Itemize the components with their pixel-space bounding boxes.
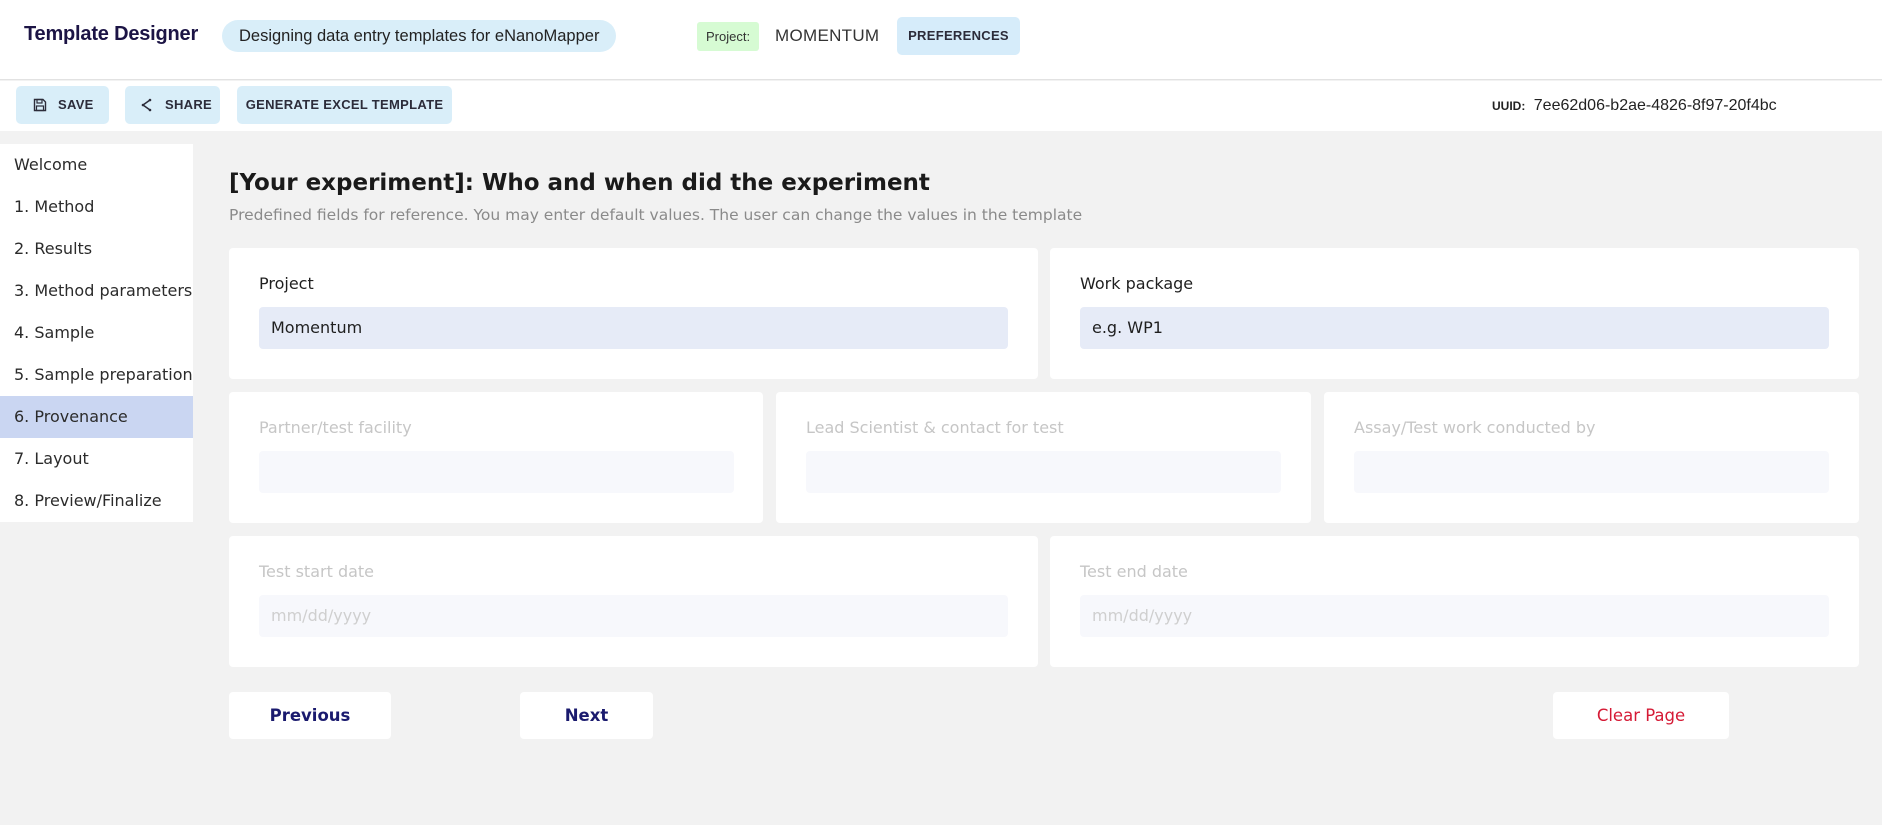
project-name: MOMENTUM bbox=[775, 26, 880, 45]
partner-card: Partner/test facility bbox=[229, 392, 763, 523]
subtitle-badge: Designing data entry templates for eNano… bbox=[222, 20, 617, 52]
sidebar-item-method-parameters[interactable]: 3. Method parameters bbox=[0, 270, 193, 312]
page-title: [Your experiment]: Who and when did the … bbox=[229, 170, 930, 196]
floppy-disk-icon bbox=[32, 97, 48, 113]
toolbar: SAVE SHARE GENERATE EXCEL TEMPLATE UUID:… bbox=[0, 81, 1882, 131]
work-package-field-label: Work package bbox=[1080, 274, 1194, 293]
share-button[interactable]: SHARE bbox=[125, 86, 220, 124]
start-date-input[interactable] bbox=[259, 595, 1008, 637]
lead-scientist-field-label: Lead Scientist & contact for test bbox=[806, 418, 1064, 437]
conducted-by-card: Assay/Test work conducted by bbox=[1324, 392, 1859, 523]
generate-excel-template-button[interactable]: GENERATE EXCEL TEMPLATE bbox=[237, 86, 452, 124]
app-title: Template Designer bbox=[24, 23, 199, 45]
work-package-input[interactable] bbox=[1080, 307, 1829, 349]
sidebar-item-method[interactable]: 1. Method bbox=[0, 186, 193, 228]
work-package-card: Work package bbox=[1050, 248, 1859, 379]
save-label: SAVE bbox=[58, 97, 94, 112]
sidebar-item-layout[interactable]: 7. Layout bbox=[0, 438, 193, 480]
start-date-field-label: Test start date bbox=[259, 562, 375, 581]
project-card: Project bbox=[229, 248, 1038, 379]
sidebar-item-provenance[interactable]: 6. Provenance bbox=[0, 396, 193, 438]
next-button[interactable]: Next bbox=[520, 692, 653, 739]
sidebar-nav: Welcome 1. Method 2. Results 3. Method p… bbox=[0, 144, 193, 522]
partner-field-label: Partner/test facility bbox=[259, 418, 412, 437]
uuid-display: UUID: 7ee62d06-b2ae-4826-8f97-20f4bc bbox=[1492, 97, 1777, 115]
preferences-button[interactable]: PREFERENCES bbox=[897, 17, 1020, 55]
uuid-value: 7ee62d06-b2ae-4826-8f97-20f4bc bbox=[1533, 97, 1777, 114]
end-date-field-label: Test end date bbox=[1080, 562, 1188, 581]
uuid-label: UUID: bbox=[1492, 99, 1526, 113]
share-icon bbox=[139, 97, 155, 113]
clear-page-button[interactable]: Clear Page bbox=[1553, 692, 1729, 739]
sidebar-item-preview-finalize[interactable]: 8. Preview/Finalize bbox=[0, 480, 193, 522]
project-label: Project: bbox=[697, 22, 760, 51]
end-date-card: Test end date bbox=[1050, 536, 1859, 667]
save-button[interactable]: SAVE bbox=[16, 86, 109, 124]
previous-button[interactable]: Previous bbox=[229, 692, 391, 739]
project-field-label: Project bbox=[259, 274, 314, 293]
conducted-by-input[interactable] bbox=[1354, 451, 1829, 493]
share-label: SHARE bbox=[165, 97, 213, 112]
start-date-card: Test start date bbox=[229, 536, 1038, 667]
conducted-by-field-label: Assay/Test work conducted by bbox=[1354, 418, 1596, 437]
sidebar-item-welcome[interactable]: Welcome bbox=[0, 144, 193, 186]
end-date-input[interactable] bbox=[1080, 595, 1829, 637]
sidebar-item-results[interactable]: 2. Results bbox=[0, 228, 193, 270]
lead-scientist-card: Lead Scientist & contact for test bbox=[776, 392, 1311, 523]
lead-scientist-input[interactable] bbox=[806, 451, 1281, 493]
sidebar-item-sample[interactable]: 4. Sample bbox=[0, 312, 193, 354]
project-input[interactable] bbox=[259, 307, 1008, 349]
sidebar-item-sample-preparation[interactable]: 5. Sample preparation bbox=[0, 354, 193, 396]
header: Template Designer Designing data entry t… bbox=[0, 0, 1882, 80]
page-description: Predefined fields for reference. You may… bbox=[229, 206, 1083, 224]
partner-input[interactable] bbox=[259, 451, 734, 493]
